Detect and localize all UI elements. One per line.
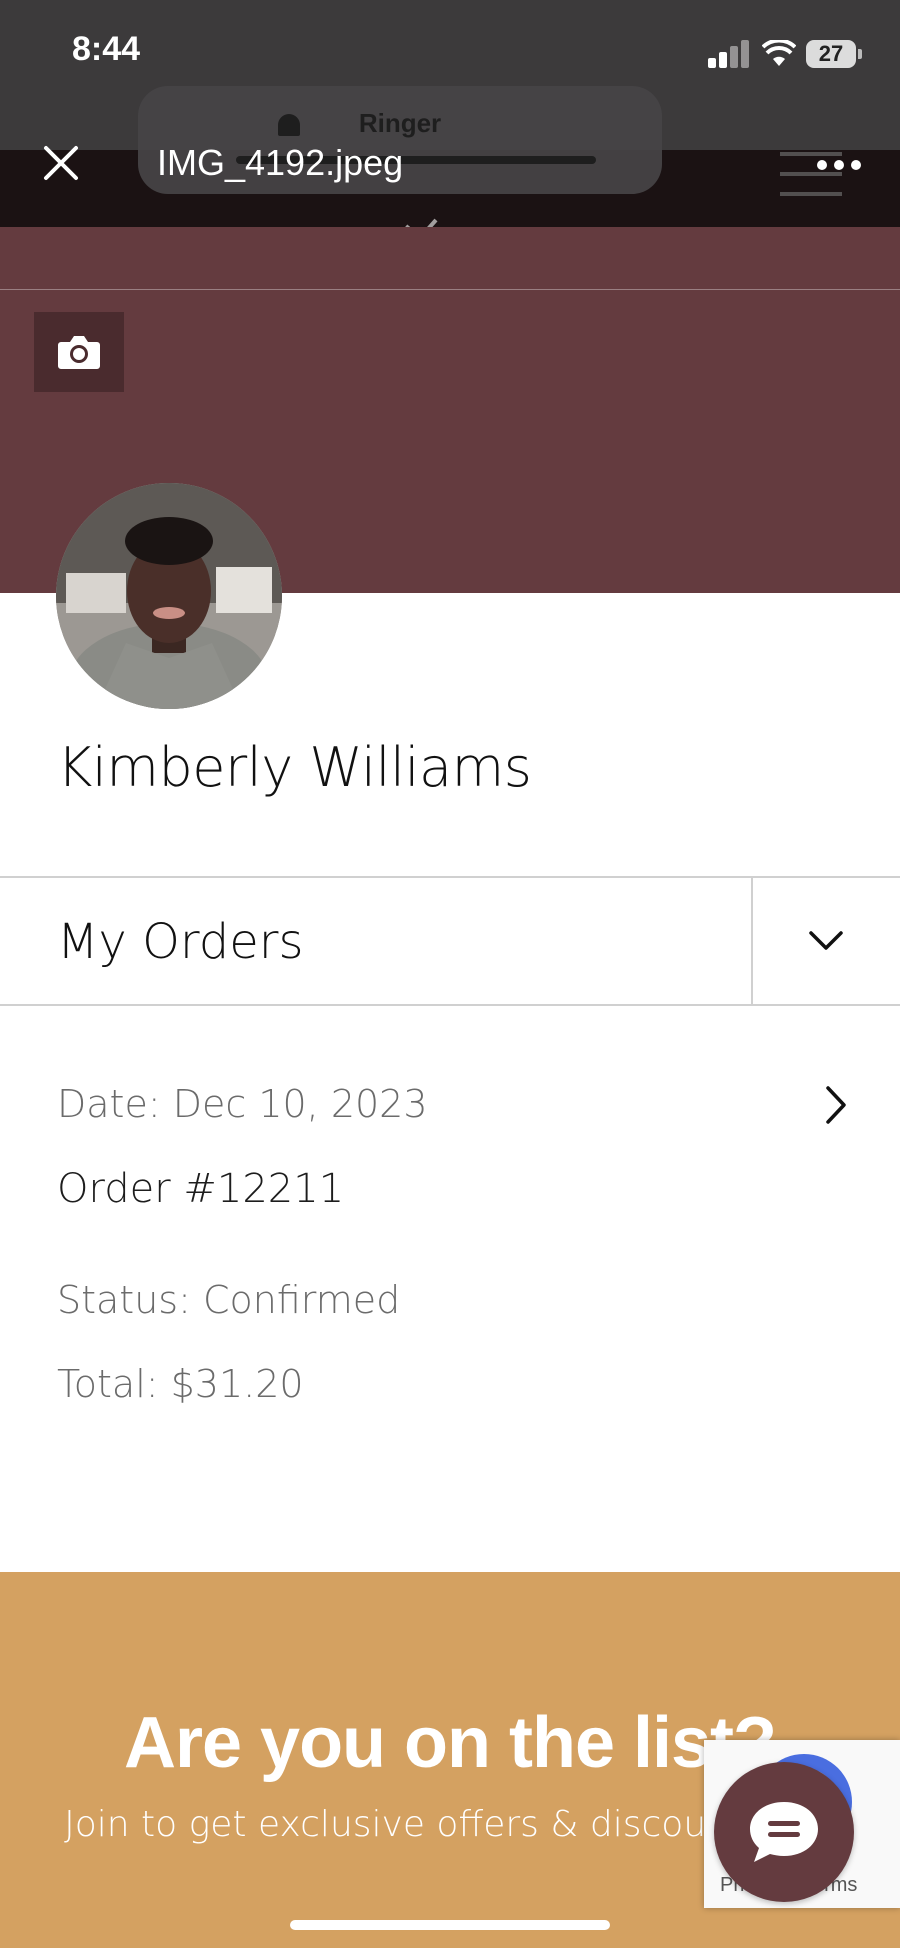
order-total: Total: $31.20 [57,1362,304,1406]
more-icon[interactable] [814,150,864,180]
camera-icon [58,336,100,369]
chat-icon [750,1802,818,1862]
chevron-right-icon[interactable] [818,1082,854,1128]
signal-icon [708,40,752,68]
order-status: Status: Confirmed [57,1278,401,1322]
banner-divider [0,289,900,290]
order-date: Date: Dec 10, 2023 [57,1082,428,1126]
ringer-label: Ringer [358,108,442,138]
newsletter-subtext: Join to get exclusive offers & discounts [64,1804,762,1845]
file-name-title: IMG_4192.jpeg [157,142,404,183]
status-time: 8:44 [72,30,141,68]
avatar[interactable] [56,483,282,709]
chevron-down-icon[interactable] [753,878,900,1004]
order-number: Order #12211 [57,1166,345,1212]
viewer-header: 8:44 27 Ringer IMG_4192.jpeg [0,0,900,241]
order-card[interactable]: Date: Dec 10, 2023 Order #12211 Status: … [0,1010,900,1470]
battery-icon: 27 [806,40,862,68]
my-orders-dropdown[interactable]: My Orders [0,876,900,1006]
avatar-photo [56,483,282,709]
close-icon[interactable] [38,140,84,186]
home-indicator[interactable] [290,1920,610,1930]
change-cover-button[interactable] [34,312,124,392]
wifi-icon [762,40,796,66]
profile-name: Kimberly Williams [57,736,532,799]
my-orders-label: My Orders [57,914,304,970]
chat-button[interactable] [714,1762,854,1902]
